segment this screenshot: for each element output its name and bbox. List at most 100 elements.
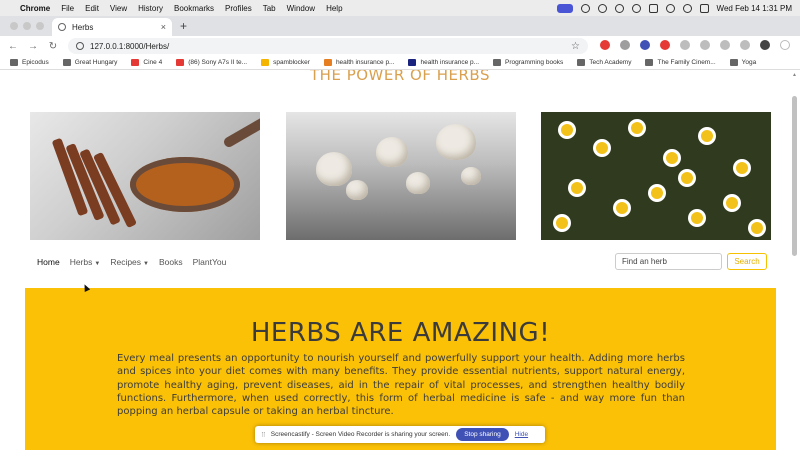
menu-view[interactable]: View <box>110 4 127 13</box>
bookmark-icon <box>10 59 18 66</box>
bookmark-icon <box>493 59 502 66</box>
bookmark-icon <box>408 59 417 66</box>
control-center-icon[interactable] <box>699 3 709 13</box>
forward-icon[interactable]: → <box>28 41 38 52</box>
menu-app-name[interactable]: Chrome <box>20 4 50 13</box>
bookmark-star-icon[interactable]: ☆ <box>571 41 580 52</box>
play-icon[interactable] <box>631 3 641 13</box>
chamomile-flower <box>556 217 568 229</box>
drag-handle-icon[interactable]: ⠿ <box>261 431 266 439</box>
scrollbar-thumb[interactable] <box>792 96 797 256</box>
zoom-window-icon[interactable] <box>36 22 44 30</box>
bookmark-label: Epicodus <box>22 59 49 66</box>
globe-icon <box>58 23 66 31</box>
bookmark-label: spamblocker <box>273 59 310 66</box>
bookmark-item[interactable]: spamblocker <box>261 59 310 66</box>
nav-plantyou[interactable]: PlantYou <box>193 257 227 267</box>
extension-icon[interactable] <box>640 40 650 50</box>
extension-icon[interactable] <box>660 40 670 50</box>
menu-history[interactable]: History <box>138 4 163 13</box>
menu-window[interactable]: Window <box>287 4 315 13</box>
user-icon[interactable] <box>614 3 624 13</box>
nav-books[interactable]: Books <box>159 257 183 267</box>
chamomile-flower <box>726 197 738 209</box>
puzzle-icon[interactable] <box>680 40 690 50</box>
page-viewport: THE POWER OF HERBS Home Herbs ▼ Recipes … <box>0 70 800 450</box>
extension-icons <box>600 40 790 50</box>
browser-tab[interactable]: Herbs × <box>52 18 172 36</box>
menu-profiles[interactable]: Profiles <box>225 4 252 13</box>
bookmark-item[interactable]: health insurance p... <box>323 59 395 66</box>
bookmark-label: Programming books <box>505 59 564 66</box>
minimize-window-icon[interactable] <box>23 22 31 30</box>
garlic-bulb <box>376 137 408 167</box>
status-icon[interactable] <box>580 3 590 13</box>
browser-window: Herbs × + ← → ↻ 127.0.0.1:8000/Herbs/ ☆ … <box>0 16 800 450</box>
bookmark-item[interactable]: health insurance p... <box>408 59 479 66</box>
menu-help[interactable]: Help <box>326 4 342 13</box>
menu-bookmarks[interactable]: Bookmarks <box>174 4 214 13</box>
download-icon[interactable] <box>720 40 730 50</box>
herb-search-input[interactable] <box>615 253 722 270</box>
share-banner-text: Screencastify - Screen Video Recorder is… <box>270 431 451 438</box>
bookmark-label: health insurance p... <box>335 59 395 66</box>
page-scrollbar[interactable]: ▲ <box>792 70 798 450</box>
stop-sharing-button[interactable]: Stop sharing <box>456 428 509 441</box>
garlic-clove <box>346 180 368 200</box>
nav-home[interactable]: Home <box>37 257 60 267</box>
extension-icon[interactable] <box>620 40 630 50</box>
hero-body: Every meal presents an opportunity to no… <box>117 353 685 418</box>
caret-down-icon: ▼ <box>94 261 101 267</box>
search-icon[interactable] <box>682 3 692 13</box>
scroll-up-icon[interactable]: ▲ <box>792 72 797 78</box>
menu-file[interactable]: File <box>61 4 74 13</box>
kebab-menu-icon[interactable] <box>780 40 790 50</box>
bookmark-label: The Family Cinem... <box>657 59 716 66</box>
caret-down-icon: ▼ <box>143 261 149 267</box>
address-bar[interactable]: 127.0.0.1:8000/Herbs/ ☆ <box>68 38 588 54</box>
search-button[interactable]: Search <box>727 253 767 270</box>
battery-icon[interactable] <box>648 3 658 13</box>
chamomile-flower <box>681 172 693 184</box>
nav-herbs-label: Herbs <box>69 257 93 267</box>
extension-icon[interactable] <box>600 40 610 50</box>
garlic-photo <box>286 112 516 240</box>
close-tab-icon[interactable]: × <box>161 22 166 32</box>
cinnamon-photo <box>30 112 260 240</box>
nav-recipes-dropdown[interactable]: Recipes ▼ <box>110 257 149 267</box>
bookmark-item[interactable]: Epicodus <box>10 59 49 66</box>
bookmark-icon <box>131 59 140 66</box>
nav-herbs-dropdown[interactable]: Herbs ▼ <box>70 257 101 267</box>
wifi-icon[interactable] <box>665 3 675 13</box>
back-icon[interactable]: ← <box>8 41 18 52</box>
sidebar-icon[interactable] <box>740 40 750 50</box>
tab-strip: Herbs × + <box>0 16 800 36</box>
bookmark-label: Great Hungary <box>74 59 118 66</box>
screen-share-icon[interactable] <box>556 3 573 13</box>
bookmark-label: Yoga <box>741 59 757 66</box>
menu-tab[interactable]: Tab <box>263 4 276 13</box>
bookmark-item[interactable]: Tech Academy <box>577 59 631 66</box>
new-tab-button[interactable]: + <box>180 19 187 33</box>
status-icon[interactable] <box>597 3 607 13</box>
bookmark-item[interactable]: Programming books <box>493 59 563 66</box>
close-window-icon[interactable] <box>10 22 18 30</box>
bookmark-icon <box>729 59 738 66</box>
site-info-icon[interactable] <box>76 42 84 50</box>
bookmark-item[interactable]: (86) Sony A7s II te... <box>176 59 247 66</box>
media-icon[interactable] <box>700 40 710 50</box>
url-text: 127.0.0.1:8000/Herbs/ <box>90 41 170 51</box>
menu-clock[interactable]: Wed Feb 14 1:31 PM <box>717 4 792 13</box>
bookmark-item[interactable]: Yoga <box>729 59 757 66</box>
chamomile-flower <box>691 212 703 224</box>
chamomile-flower <box>631 122 643 134</box>
bookmark-item[interactable]: Cine 4 <box>131 59 162 66</box>
bookmark-item[interactable]: The Family Cinem... <box>645 59 716 66</box>
chamomile-flower <box>701 130 713 142</box>
reload-icon[interactable]: ↻ <box>48 41 58 52</box>
profile-avatar[interactable] <box>760 40 770 50</box>
bookmark-item[interactable]: Great Hungary <box>62 59 118 66</box>
menu-edit[interactable]: Edit <box>85 4 99 13</box>
bookmark-label: health insurance p... <box>420 59 480 66</box>
hide-banner-link[interactable]: Hide <box>515 431 528 438</box>
